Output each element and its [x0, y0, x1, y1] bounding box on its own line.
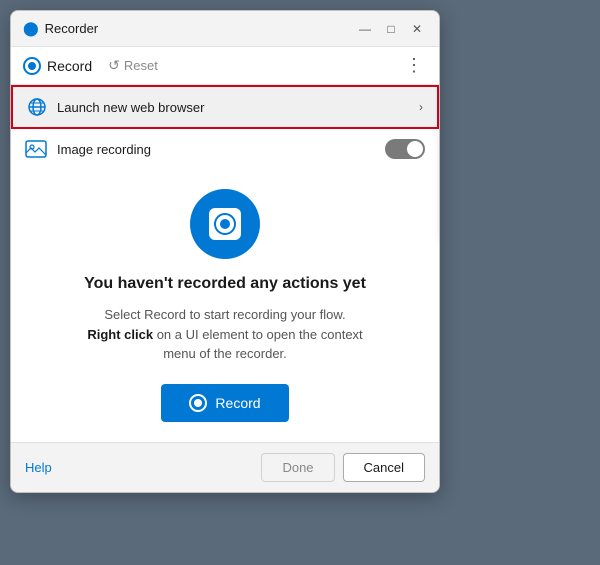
title-bar-controls: — □ ✕	[355, 19, 427, 39]
toggle-thumb	[407, 141, 423, 157]
window-icon: ⬤	[23, 20, 39, 37]
maximize-button[interactable]: □	[381, 19, 401, 39]
footer: Help Done Cancel	[11, 442, 439, 492]
reset-button[interactable]: ↺ Reset	[108, 57, 158, 74]
done-button[interactable]: Done	[261, 453, 334, 482]
window-title: Recorder	[45, 21, 98, 36]
record-btn-dot	[194, 399, 202, 407]
launch-browser-left: Launch new web browser	[27, 97, 204, 117]
record-icon	[23, 57, 41, 75]
subtext-line2: on a UI element to open the context menu…	[153, 327, 363, 362]
graphic-inner	[209, 208, 241, 240]
cancel-button[interactable]: Cancel	[343, 453, 425, 482]
record-dot	[28, 62, 36, 70]
image-recording-label: Image recording	[57, 142, 151, 157]
main-subtext: Select Record to start recording your fl…	[85, 305, 365, 364]
title-bar: ⬤ Recorder — □ ✕	[11, 11, 439, 47]
record-action-button[interactable]: Record	[161, 384, 288, 422]
browser-dropdown: Microsoft Edge Chrome	[439, 85, 440, 241]
close-button[interactable]: ✕	[407, 19, 427, 39]
sparkle-left: ✦	[194, 191, 202, 202]
globe-icon	[27, 97, 47, 117]
image-recording-item: Image recording	[11, 129, 439, 169]
launch-browser-item[interactable]: Launch new web browser ›	[11, 85, 439, 129]
record-action-label: Record	[215, 395, 260, 411]
graphic-circle: ✦ ✦	[190, 189, 260, 259]
chevron-right-icon: ›	[419, 100, 423, 114]
reset-label: Reset	[124, 58, 158, 73]
image-recording-left: Image recording	[25, 140, 151, 158]
image-recording-toggle[interactable]	[385, 139, 425, 159]
launch-browser-row-wrapper: Launch new web browser › Mi	[11, 85, 439, 129]
more-options-button[interactable]: ⋮	[401, 55, 427, 76]
toolbar: Record ↺ Reset ⋮	[11, 47, 439, 85]
reset-icon: ↺	[108, 57, 120, 74]
recorder-graphic: ✦ ✦	[180, 189, 270, 259]
graphic-dot-center	[220, 219, 230, 229]
help-link[interactable]: Help	[25, 460, 52, 475]
sparkle-right: ✦	[248, 191, 256, 202]
minimize-button[interactable]: —	[355, 19, 375, 39]
record-label: Record	[47, 58, 92, 74]
options-section: Launch new web browser › Mi	[11, 85, 439, 169]
main-headline: You haven't recorded any actions yet	[84, 275, 366, 293]
subtext-bold: Right click	[87, 327, 153, 342]
content-area: Launch new web browser › Mi	[11, 85, 439, 442]
footer-buttons: Done Cancel	[261, 453, 425, 482]
graphic-dot-ring	[214, 213, 236, 235]
toolbar-left: Record ↺ Reset	[23, 57, 158, 75]
record-toolbar-button[interactable]: Record	[23, 57, 92, 75]
launch-browser-label: Launch new web browser	[57, 100, 204, 115]
image-recording-icon	[25, 140, 47, 158]
subtext-line1: Select Record to start recording your fl…	[104, 307, 345, 322]
recorder-window: ⬤ Recorder — □ ✕ Record ↺ Reset ⋮	[10, 10, 440, 493]
title-bar-left: ⬤ Recorder	[23, 20, 98, 37]
record-btn-icon	[189, 394, 207, 412]
main-content: ✦ ✦ You haven't recorded any actions yet…	[11, 169, 439, 442]
